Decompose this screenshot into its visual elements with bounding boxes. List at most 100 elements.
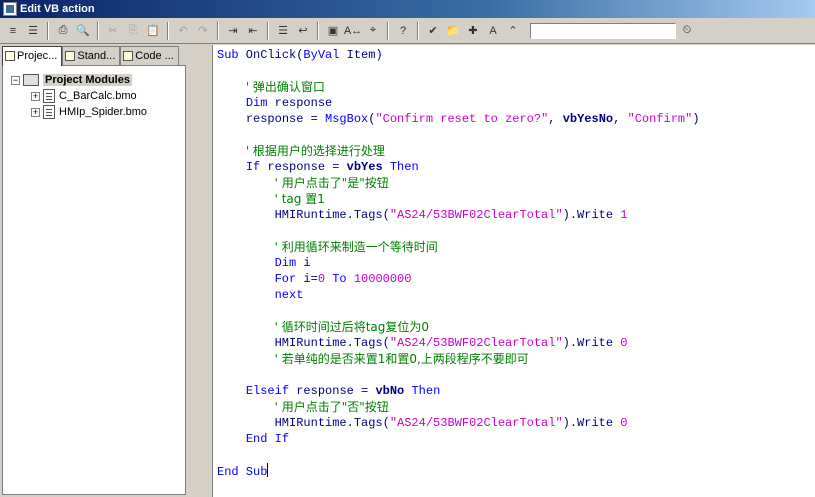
code-token: End Sub <box>217 465 268 479</box>
outdent-list-button[interactable]: ☰ <box>24 22 42 40</box>
code-token: vbNo <box>375 384 405 398</box>
toolbar-field[interactable] <box>530 22 676 39</box>
code-token: ' tag 置1 <box>274 192 325 206</box>
code-line: Elseif response = vbNo Then <box>217 383 700 399</box>
cut-button[interactable]: ✂ <box>104 22 122 40</box>
code-token: 0 <box>317 272 326 286</box>
indent-list-icon: ≡ <box>9 24 17 37</box>
code-token: 10000000 <box>353 272 412 286</box>
print-preview-icon: 🔍 <box>76 25 90 37</box>
compass-icon: ⌃ <box>508 25 518 37</box>
code-line: End Sub <box>217 463 700 479</box>
tree-item[interactable]: + HMIp_Spider.bmo <box>31 104 147 120</box>
replace-button[interactable]: A↔ <box>344 22 362 40</box>
toolbar-separator <box>317 21 319 40</box>
new-module-icon: ✚ <box>468 25 478 37</box>
code-token: Dim <box>274 256 297 270</box>
collapse-icon[interactable]: − <box>11 75 20 85</box>
outdent-button[interactable]: ⇤ <box>244 22 262 40</box>
comment-button[interactable]: ☰ <box>274 22 292 40</box>
undo-button[interactable]: ↶ <box>174 22 192 40</box>
code-token: ' 利用循环来制造一个等待时间 <box>274 240 438 254</box>
code-line: ' 循环时间过后将tag复位为0 <box>217 319 700 335</box>
tree-item[interactable]: + C_BarCalc.bmo <box>31 88 137 104</box>
splitter[interactable] <box>188 44 210 497</box>
print-preview-button[interactable]: 🔍 <box>74 22 92 40</box>
code-token: ' 若单纯的是否来置1和置0,上两段程序不要即可 <box>274 352 529 366</box>
tab-standard[interactable]: Stand... <box>62 46 121 66</box>
code-line: ' 根据用户的选择进行处理 <box>217 143 700 159</box>
tree-item-label: C_BarCalc.bmo <box>59 90 137 102</box>
toolbar-separator <box>417 21 419 40</box>
code-token: Item) <box>339 48 383 62</box>
compass-button[interactable]: ⌃ <box>504 22 522 40</box>
indent-button[interactable]: ⇥ <box>224 22 242 40</box>
tree-item-label: HMIp_Spider.bmo <box>59 106 148 118</box>
toolbar-separator <box>217 21 219 40</box>
toolbar-separator <box>47 21 49 40</box>
code-token: End If <box>245 432 290 446</box>
expand-icon[interactable]: + <box>31 91 40 101</box>
help-button[interactable]: ? <box>394 22 412 40</box>
check-syntax-icon: ✔ <box>428 25 438 37</box>
code-token: ' 根据用户的选择进行处理 <box>245 144 385 158</box>
tree-root-label: Project Modules <box>43 74 132 86</box>
cut-icon: ✂ <box>108 25 118 37</box>
print-button[interactable]: ⎙ <box>54 22 72 40</box>
paste-icon: 📋 <box>146 25 160 37</box>
code-token: HMIRuntime.Tags( <box>274 208 390 222</box>
code-token: ) <box>692 112 700 126</box>
code-line: End If <box>217 431 700 447</box>
code-line: ' 用户点击了"否"按钮 <box>217 399 700 415</box>
code-token: , <box>548 112 563 126</box>
code-token: Then <box>389 160 419 174</box>
code-token: ).Write <box>562 208 621 222</box>
code-token: "Confirm" <box>627 112 693 126</box>
tree-root[interactable]: − Project Modules <box>11 72 132 88</box>
code-token: Dim <box>245 96 268 110</box>
code-token: Sub <box>217 48 239 62</box>
indent-list-button[interactable]: ≡ <box>4 22 22 40</box>
code-token: 0 <box>620 336 628 350</box>
tab-code[interactable]: Code ... <box>120 46 179 66</box>
tag-button[interactable]: A <box>484 22 502 40</box>
find-icon: ▣ <box>327 25 339 37</box>
help-icon: ? <box>399 24 407 37</box>
code-editor[interactable]: Sub OnClick(ByVal Item) ' 弹出确认窗口 Dim res… <box>212 45 815 497</box>
goto-button[interactable]: ⌖ <box>364 22 382 40</box>
code-token: , <box>613 112 628 126</box>
copy-icon: ⎘ <box>128 24 138 36</box>
redo-button[interactable]: ↷ <box>194 22 212 40</box>
expand-icon[interactable]: + <box>31 107 40 117</box>
tab-project[interactable]: Projec... <box>2 46 63 66</box>
uncomment-button[interactable]: ↩ <box>294 22 312 40</box>
code-token: ' 弹出确认窗口 <box>245 80 325 94</box>
new-module-button[interactable]: ✚ <box>464 22 482 40</box>
tag-icon: A <box>489 24 497 37</box>
project-tree: − Project Modules + C_BarCalc.bmo + HMIp… <box>2 65 186 495</box>
code-token: "Confirm reset to zero?" <box>375 112 549 126</box>
code-line: ' 若单纯的是否来置1和置0,上两段程序不要即可 <box>217 351 700 367</box>
open-folder-button[interactable]: 📁 <box>444 22 462 40</box>
code-line: response = MsgBox("Confirm reset to zero… <box>217 111 700 127</box>
check-syntax-button[interactable]: ✔ <box>424 22 442 40</box>
uncomment-icon: ↩ <box>298 25 308 37</box>
code-token: i= <box>296 272 318 286</box>
clock-button[interactable]: ⏲ <box>678 22 696 40</box>
paste-button[interactable]: 📋 <box>144 22 162 40</box>
code-line: next <box>217 287 700 303</box>
copy-button[interactable]: ⎘ <box>124 22 142 40</box>
tab-code-label: Code ... <box>135 50 174 62</box>
find-button[interactable]: ▣ <box>324 22 342 40</box>
code-text[interactable]: Sub OnClick(ByVal Item) ' 弹出确认窗口 Dim res… <box>217 47 700 479</box>
